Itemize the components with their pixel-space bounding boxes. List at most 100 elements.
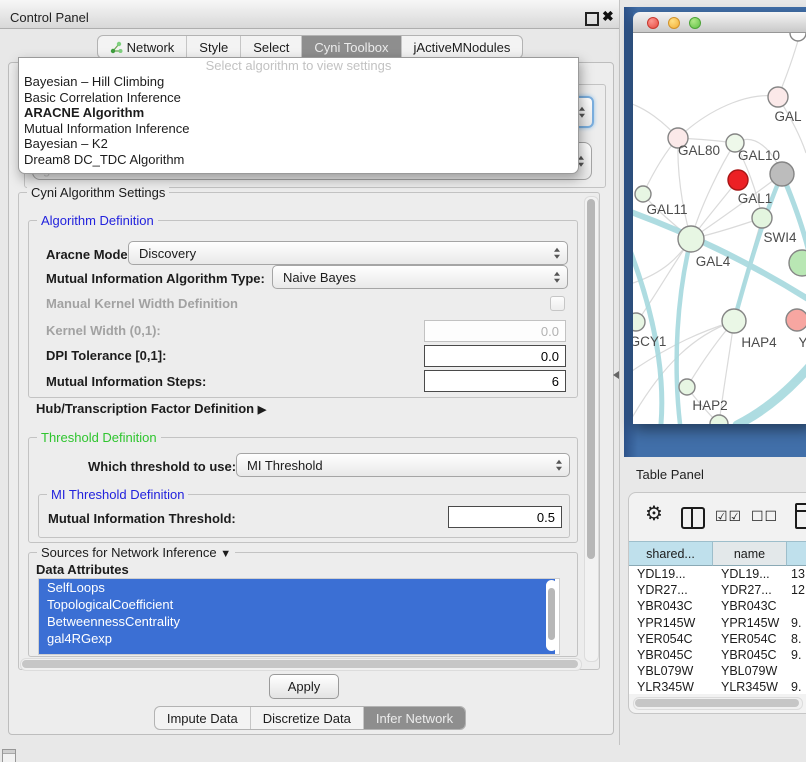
control-panel-titlebar [0,0,620,29]
network-node[interactable] [633,313,645,331]
mi-steps-field[interactable] [424,370,566,392]
network-node-label: GCY1 [633,334,666,349]
tab-impute-data[interactable]: Impute Data [155,707,250,729]
table-row[interactable]: YBR045CYBR045C9. [629,647,806,663]
apply-button[interactable]: Apply [269,674,339,699]
network-node-label: Y [798,335,806,350]
aracne-mode-combobox[interactable]: Discovery [128,241,568,265]
network-node[interactable] [635,186,651,202]
mi-type-value: Naive Bayes [283,270,356,285]
close-icon[interactable]: ✖ [602,8,614,25]
aracne-mode-label: Aracne Mode: [46,247,132,262]
expander-expanded-icon: ▼ [220,548,231,560]
tab-discretize-data[interactable]: Discretize Data [250,707,363,729]
attribute-item[interactable]: gal4RGexp [39,630,555,647]
combo-arrows-icon [554,272,560,283]
network-node[interactable] [728,170,748,190]
splitter-collapse-arrow[interactable] [613,371,619,379]
table-mode-icon[interactable] [795,503,806,529]
network-node-label: GAL11 [646,202,687,217]
dpi-tolerance-field[interactable] [424,345,566,367]
network-node[interactable] [678,226,704,252]
tab-cyni-toolbox-label: Cyni Toolbox [314,40,388,55]
popup-item[interactable]: Dream8 DC_TDC Algorithm [19,152,578,168]
table-row[interactable]: YBL079WYBL079W [629,663,806,679]
network-node-label: GAL10 [738,148,780,163]
network-node[interactable] [722,309,746,333]
tab-network[interactable]: Network [98,36,187,58]
network-canvas[interactable]: GALGAL80GAL10GAL11GAL1SWI4GAL4GCY1HAP4YH… [633,33,806,424]
network-node[interactable] [768,87,788,107]
popup-item-selected[interactable]: ARACNE Algorithm [19,105,578,121]
tab-infer-network[interactable]: Infer Network [363,707,465,729]
tab-style[interactable]: Style [186,36,240,58]
settings-vscrollbar[interactable] [584,196,599,662]
network-node[interactable] [786,309,806,331]
settings-group-title: Cyni Algorithm Settings [27,185,169,200]
column-header-clipped[interactable] [787,541,806,566]
network-window-titlebar[interactable] [633,12,806,33]
mi-type-combobox[interactable]: Naive Bayes [272,265,568,289]
network-node[interactable] [789,250,806,276]
settings-hscrollbar[interactable] [20,658,582,671]
gear-icon[interactable]: ⚙ [645,501,663,526]
table-body: YDL19...YDL19...13 YDR27...YDR27...12 YB… [629,566,806,694]
network-node[interactable] [790,33,806,41]
sources-group-title[interactable]: Sources for Network Inference ▼ [37,545,235,560]
minimized-panel-icon[interactable] [2,749,16,762]
bottom-tabbar-wrap: Impute Data Discretize Data Infer Networ… [0,706,620,730]
network-node-label: HAP4 [741,335,777,350]
attribute-item[interactable]: BetweennessCentrality [39,613,555,630]
select-all-icon[interactable]: ☑☑ [715,508,742,525]
popup-placeholder: Select algorithm to view settings [19,58,578,74]
column-header-name[interactable]: name [713,541,787,566]
network-node[interactable] [752,208,772,228]
network-node[interactable] [679,379,695,395]
popup-item[interactable]: Bayesian – Hill Climbing [19,74,578,90]
table-hscrollbar-thumb[interactable] [635,699,799,707]
tab-select-label: Select [253,40,289,55]
attribute-item[interactable] [39,647,555,655]
attribute-item[interactable]: SelfLoops [39,579,555,596]
table-header-row: shared... name [629,541,806,566]
column-layout-icon[interactable] [681,507,705,529]
table-row[interactable]: YPR145WYPR145W9. [629,615,806,631]
table-row[interactable]: YDR27...YDR27...12 [629,582,806,598]
column-header-shared[interactable]: shared... [629,541,713,566]
table-row[interactable]: YER054CYER054C8. [629,631,806,647]
attribute-item[interactable]: TopologicalCoefficient [39,596,555,613]
tab-jactivemnodules[interactable]: jActiveMNodules [401,36,523,58]
data-attributes-list: SelfLoops TopologicalCoefficient Between… [38,578,560,655]
settings-hscrollbar-thumb[interactable] [22,660,578,668]
tab-select[interactable]: Select [240,36,301,58]
table-row[interactable]: YBR043CYBR043C [629,598,806,614]
which-threshold-value: MI Threshold [247,458,323,473]
minimize-traffic-light[interactable] [668,17,680,29]
tab-discretize-data-label: Discretize Data [263,711,351,726]
list-vscrollbar[interactable] [546,580,557,651]
list-vscrollbar-thumb[interactable] [548,588,555,640]
manual-kernel-checkbox[interactable] [550,296,565,311]
close-traffic-light[interactable] [647,17,659,29]
float-window-icon[interactable] [585,12,599,26]
threshold-definition-title: Threshold Definition [37,430,161,445]
tab-cyni-toolbox[interactable]: Cyni Toolbox [301,36,400,58]
table-row[interactable]: YDL19...YDL19...13 [629,566,806,582]
table-hscrollbar[interactable] [633,697,803,710]
app-root: Control Panel ✖ Network Style Select Cyn… [0,0,806,762]
table-row[interactable]: YLR345WYLR345W9. [629,679,806,694]
deselect-all-icon[interactable]: ☐☐ [751,508,778,525]
kernel-width-field[interactable] [424,320,566,342]
network-node-label: SWI4 [763,230,796,245]
popup-item[interactable]: Mutual Information Inference [19,121,578,137]
which-threshold-combobox[interactable]: MI Threshold [236,453,570,477]
network-node[interactable] [710,415,728,424]
data-attributes-label: Data Attributes [36,562,129,577]
zoom-traffic-light[interactable] [689,17,701,29]
network-node[interactable] [770,162,794,186]
mi-threshold-field[interactable] [448,506,562,528]
settings-vscrollbar-thumb[interactable] [587,199,595,559]
popup-item[interactable]: Bayesian – K2 [19,136,578,152]
hub-definition-expander[interactable]: Hub/Transcription Factor Definition ▶ [36,401,266,416]
popup-item[interactable]: Basic Correlation Inference [19,90,578,106]
